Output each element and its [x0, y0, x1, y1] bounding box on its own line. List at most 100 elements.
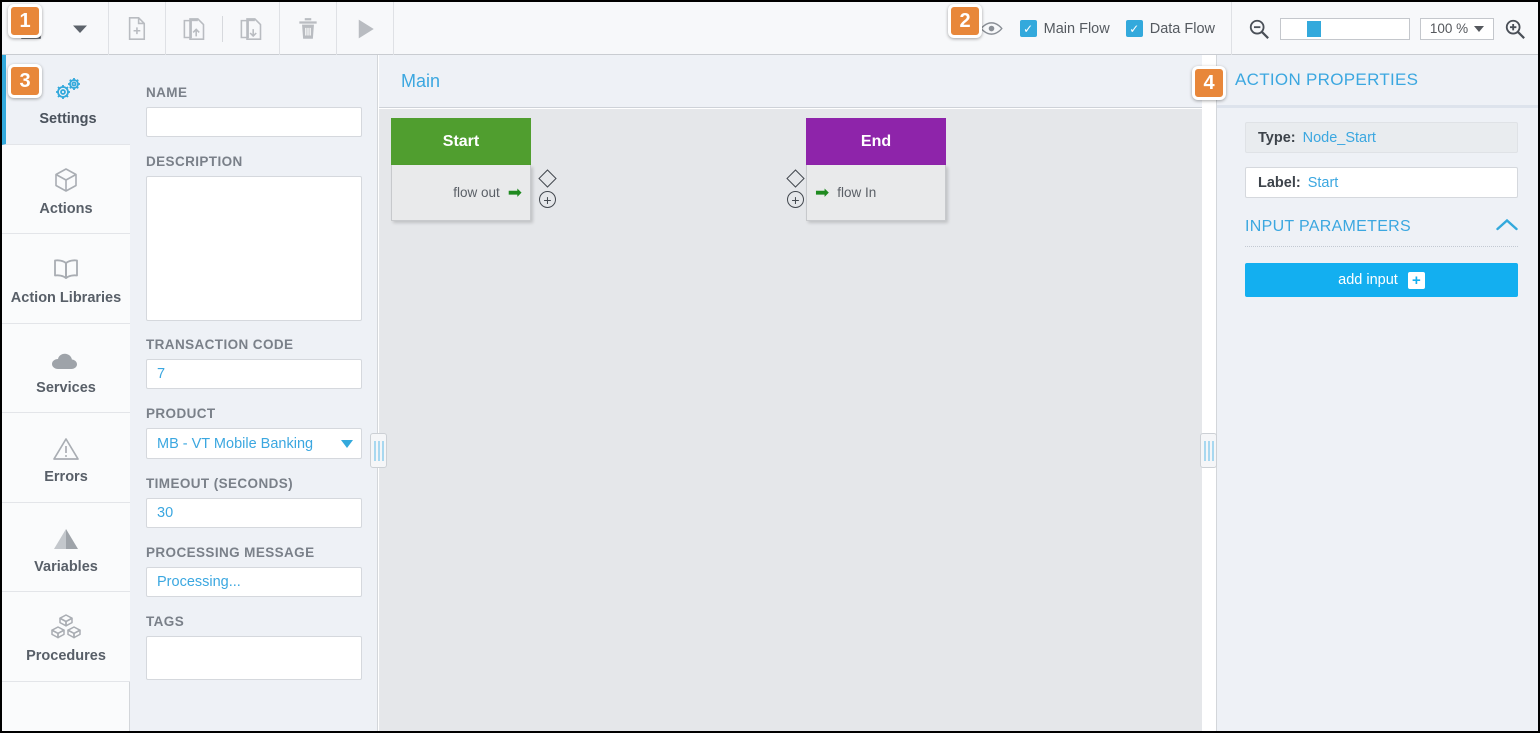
grip-line — [1211, 440, 1214, 461]
sidebar-item-errors[interactable]: Errors — [2, 413, 130, 503]
warning-triangle-icon — [50, 429, 82, 463]
node-start-port-flow-out[interactable]: flow out ➡ — [453, 184, 522, 201]
chevron-down-icon — [73, 25, 87, 33]
property-type-value: Node_Start — [1302, 129, 1376, 146]
grip-line — [373, 440, 376, 461]
zoom-slider[interactable] — [1280, 17, 1410, 40]
sidebar-item-label: Settings — [39, 111, 97, 128]
node-start[interactable]: Start flow out ➡ — [391, 118, 531, 221]
flow-canvas[interactable]: Start flow out ➡ + + End ➡ flow In — [379, 109, 1202, 731]
connector-add-icon[interactable]: + — [787, 191, 804, 208]
sidebar-item-label: Procedures — [26, 648, 106, 665]
canvas-title[interactable]: Main — [401, 71, 440, 92]
node-end-title: End — [806, 118, 946, 165]
toolbar-group-delete — [280, 2, 337, 55]
document-download-icon — [240, 18, 261, 40]
connector-diamond-icon[interactable] — [786, 169, 805, 188]
plus-icon: + — [1407, 271, 1425, 289]
import-button[interactable] — [166, 2, 222, 55]
grip-line — [377, 440, 380, 461]
canvas-header: Main — [379, 55, 1202, 108]
export-button[interactable] — [223, 2, 279, 55]
chevron-down-icon — [1474, 25, 1485, 32]
right-panel-splitter[interactable] — [1200, 433, 1217, 468]
arrow-right-icon: ➡ — [507, 183, 522, 202]
connector-add-icon[interactable]: + — [539, 191, 556, 208]
timeout-input[interactable]: 30 — [146, 498, 362, 528]
node-start-body: flow out ➡ — [391, 165, 531, 221]
node-end[interactable]: End ➡ flow In — [806, 118, 946, 221]
transaction-code-label: TRANSACTION CODE — [146, 337, 294, 352]
play-icon — [358, 19, 374, 38]
port-label: flow In — [837, 185, 877, 200]
add-input-label: add input — [1338, 272, 1398, 288]
name-label: NAME — [146, 85, 188, 100]
sidebar-item-procedures[interactable]: Procedures — [2, 592, 130, 682]
main-toolbar: ✓ Main Flow ✓ Data Flow 100 % — [2, 2, 1538, 55]
zoom-percent-value: 100 % — [1429, 21, 1469, 36]
flow-canvas-area: Main Start flow out ➡ + + End ➡ flow In — [379, 55, 1202, 731]
sidebar-item-services[interactable]: Services — [2, 323, 130, 413]
panel-title: ACTION PROPERTIES — [1235, 70, 1419, 89]
toolbar-group-run — [337, 2, 394, 55]
property-label[interactable]: Label: Start — [1245, 167, 1518, 198]
annotation-badge-2: 2 — [948, 4, 982, 38]
main-flow-checkbox[interactable]: ✓ — [1019, 20, 1037, 37]
run-button[interactable] — [337, 2, 393, 55]
zoom-slider-thumb[interactable] — [1307, 20, 1321, 37]
delete-button[interactable] — [280, 2, 336, 55]
action-properties-header: ACTION PROPERTIES — [1217, 55, 1538, 108]
node-end-body: ➡ flow In — [806, 165, 946, 221]
transaction-code-input[interactable]: 7 — [146, 359, 362, 389]
sidebar-item-label: Services — [36, 379, 96, 396]
save-dropdown-button[interactable] — [52, 2, 108, 55]
node-end-port-flow-in[interactable]: ➡ flow In — [815, 184, 876, 201]
add-input-button[interactable]: add input + — [1245, 263, 1518, 297]
annotation-badge-4: 4 — [1192, 66, 1226, 100]
chevron-up-icon[interactable] — [1496, 218, 1518, 236]
description-textarea[interactable] — [146, 176, 362, 321]
sidebar-item-label: Action Libraries — [10, 290, 122, 307]
eye-icon — [980, 22, 1003, 35]
zoom-in-icon[interactable] — [1504, 18, 1526, 40]
data-flow-checkbox-item[interactable]: ✓ Data Flow — [1125, 20, 1215, 37]
node-start-title: Start — [391, 118, 531, 165]
cloud-icon — [49, 340, 83, 374]
new-document-button[interactable] — [109, 2, 165, 55]
cube-icon — [51, 161, 81, 195]
action-properties-body: Type: Node_Start Label: Start INPUT PARA… — [1217, 108, 1538, 297]
zoom-out-icon[interactable] — [1248, 18, 1270, 40]
connector-diamond-icon[interactable] — [538, 169, 557, 188]
arrow-right-icon: ➡ — [815, 183, 830, 202]
settings-form-panel: NAME DESCRIPTION TRANSACTION CODE 7 PROD… — [130, 55, 378, 731]
sidebar-item-variables[interactable]: Variables — [2, 502, 130, 592]
processing-message-input[interactable]: Processing... — [146, 567, 362, 597]
product-select[interactable]: MB - VT Mobile Banking — [146, 428, 362, 459]
data-flow-label: Data Flow — [1149, 20, 1215, 37]
application-window: ✓ Main Flow ✓ Data Flow 100 % Settings A… — [0, 0, 1540, 733]
grip-line — [381, 440, 384, 461]
book-icon — [49, 250, 83, 284]
processing-message-label: PROCESSING MESSAGE — [146, 545, 315, 560]
left-panel-splitter[interactable] — [370, 433, 387, 468]
input-parameters-section-header[interactable]: INPUT PARAMETERS — [1245, 212, 1518, 247]
zoom-percent-dropdown[interactable]: 100 % — [1420, 17, 1494, 40]
tags-label: TAGS — [146, 614, 185, 629]
name-input[interactable] — [146, 107, 362, 137]
property-label-value: Start — [1307, 174, 1339, 191]
toolbar-view-controls: ✓ Main Flow ✓ Data Flow 100 % — [964, 2, 1538, 55]
annotation-badge-3: 3 — [8, 64, 42, 98]
timeout-label: TIMEOUT (SECONDS) — [146, 476, 294, 491]
sidebar-item-actions[interactable]: Actions — [2, 144, 130, 234]
tags-input[interactable] — [146, 636, 362, 680]
property-type: Type: Node_Start — [1245, 122, 1518, 153]
sidebar-item-action-libraries[interactable]: Action Libraries — [2, 234, 130, 324]
input-parameters-title: INPUT PARAMETERS — [1245, 218, 1412, 235]
sidebar-item-label: Errors — [44, 469, 88, 486]
main-flow-checkbox-item[interactable]: ✓ Main Flow — [1019, 20, 1110, 37]
data-flow-checkbox[interactable]: ✓ — [1125, 20, 1143, 37]
sidebar-item-label: Actions — [39, 200, 93, 217]
trash-icon — [299, 17, 317, 39]
property-label-key: Label: — [1258, 174, 1301, 191]
blocks-icon — [50, 608, 82, 642]
